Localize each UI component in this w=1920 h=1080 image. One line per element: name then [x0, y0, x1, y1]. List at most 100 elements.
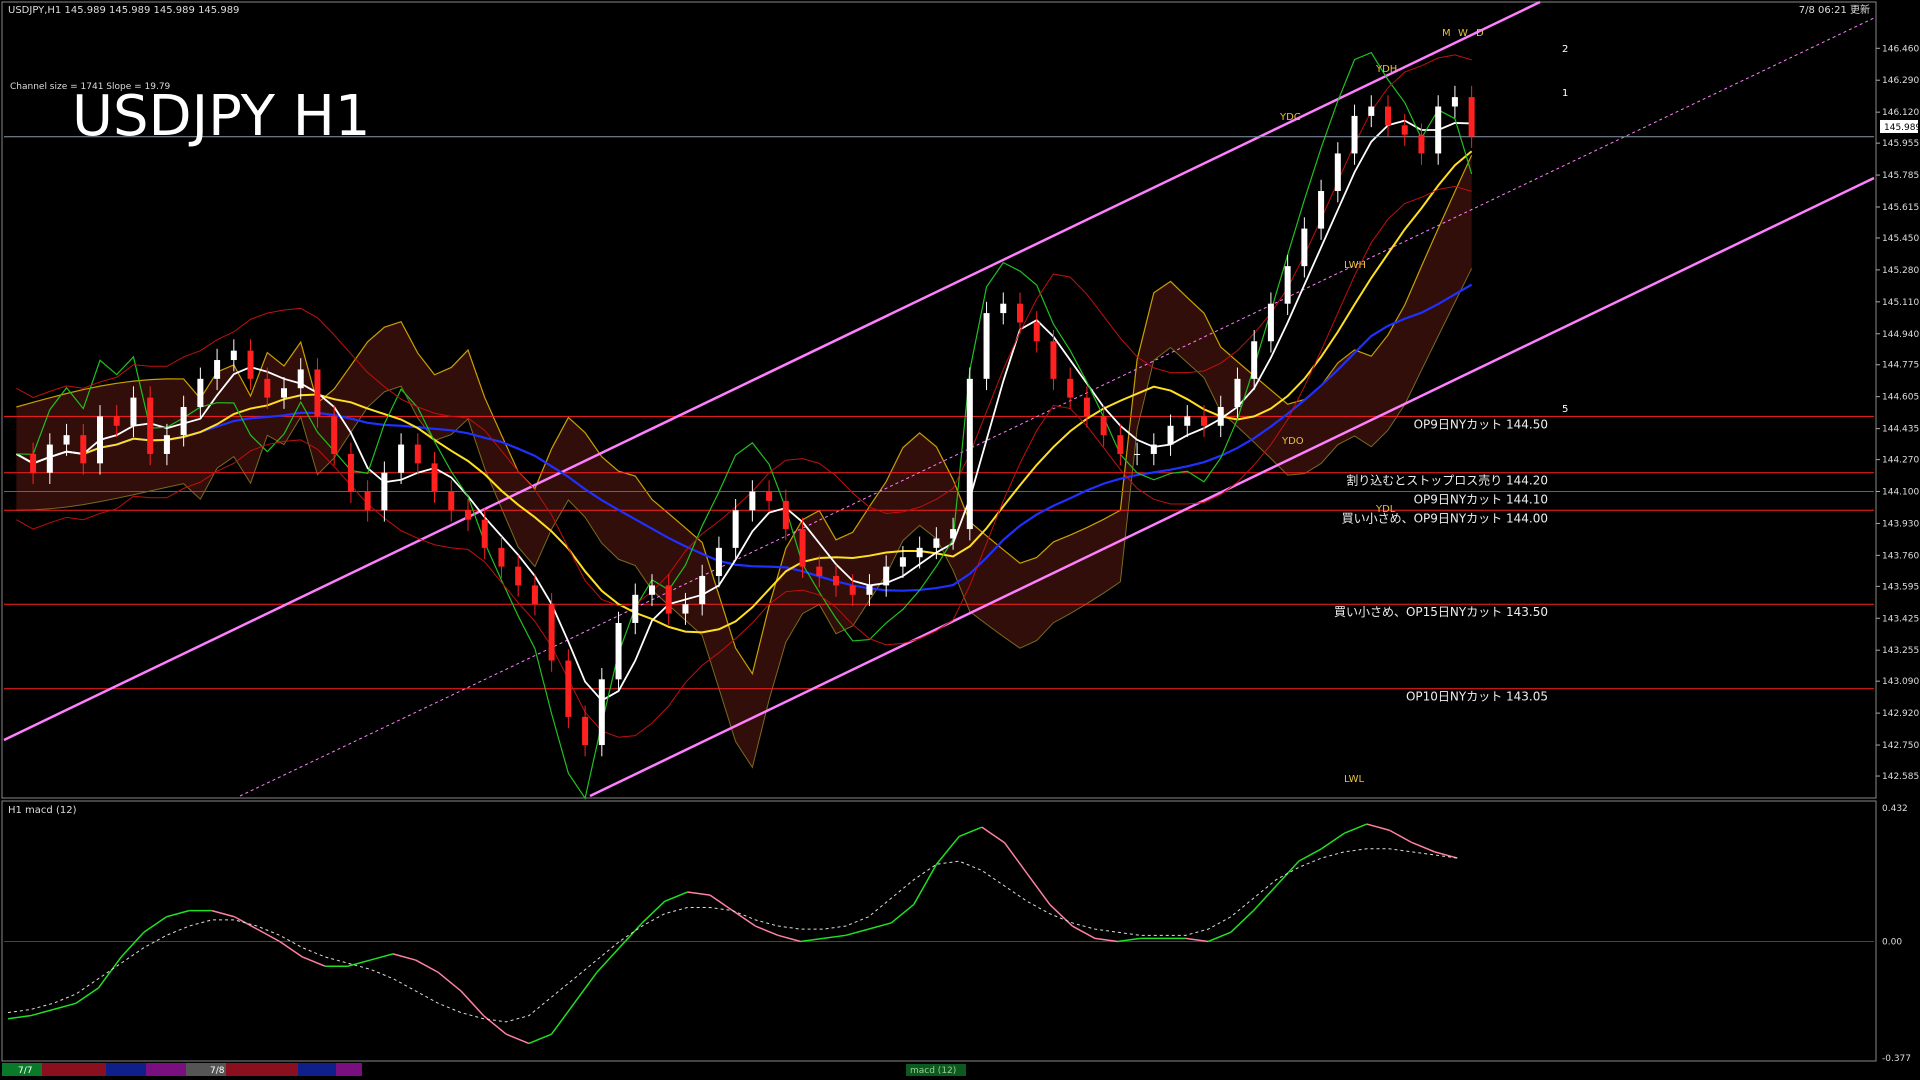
- annotation-label: 2: [1562, 44, 1568, 55]
- candle-body: [866, 585, 873, 595]
- color-strip-purple-2: [336, 1063, 362, 1076]
- candle-body: [264, 378, 271, 398]
- price-tick-label: 144.435: [1882, 425, 1919, 435]
- color-strip-red: [42, 1063, 106, 1076]
- candle-body: [448, 491, 455, 511]
- candle-body: [1351, 115, 1358, 154]
- candle-body: [113, 416, 120, 426]
- candle-body: [833, 576, 839, 586]
- candle-body: [1234, 378, 1241, 407]
- candle-body: [883, 566, 890, 586]
- candle-body: [347, 453, 354, 492]
- candle-body: [649, 585, 655, 595]
- price-tick-label: 142.750: [1882, 741, 1919, 751]
- current-price-value: 145.989: [1884, 123, 1920, 133]
- macd-tick-label: -0.377: [1882, 1054, 1911, 1064]
- candle-body: [381, 472, 388, 511]
- price-axis: 146.460 146.290 146.120 145.955 145.785 145.6…: [1876, 44, 1919, 782]
- annotation-label: YDC: [1279, 112, 1301, 123]
- candle-body: [498, 547, 505, 567]
- candle-body: [130, 397, 137, 426]
- annotation-label: D: [1476, 28, 1484, 39]
- price-level-label: 買い小さめ、OP15日NYカット 143.50: [1334, 605, 1548, 619]
- candle-body: [598, 679, 605, 746]
- price-tick-label: 145.280: [1882, 266, 1919, 276]
- candle-body: [414, 444, 421, 464]
- candle-body: [983, 313, 990, 379]
- candle-body: [465, 510, 471, 520]
- candle-body: [197, 378, 204, 407]
- candle-body: [548, 604, 555, 661]
- price-tick-label: 143.760: [1882, 551, 1919, 561]
- chart-canvas: OP9日NYカット 144.50 割り込むとストップロス売り 144.20 OP9日…: [1, 0, 1920, 1076]
- annotation-label: LWL: [1344, 774, 1365, 785]
- candle-body: [966, 378, 973, 530]
- candle-body: [1150, 444, 1157, 454]
- color-strip-purple: [146, 1063, 186, 1076]
- annotation-label: YDO: [1281, 436, 1304, 447]
- candle-body: [1167, 425, 1174, 445]
- candle-body: [1401, 125, 1408, 135]
- candle-body: [1468, 97, 1475, 137]
- candle-body: [398, 444, 405, 473]
- annotation-label: LWH: [1344, 260, 1366, 271]
- price-tick-label: 146.120: [1882, 108, 1919, 118]
- price-tick-label: 144.270: [1882, 456, 1919, 466]
- candle-body: [481, 519, 488, 548]
- candle-body: [1368, 106, 1375, 116]
- candle-body: [1033, 322, 1040, 342]
- price-tick-label: 144.940: [1882, 330, 1919, 340]
- price-tick-label: 142.920: [1882, 709, 1919, 719]
- candle-body: [665, 585, 672, 614]
- annotation-label: 1: [1562, 88, 1568, 99]
- candle-body: [214, 360, 221, 379]
- price-level-label: 買い小さめ、OP9日NYカット 144.00: [1342, 511, 1548, 525]
- candle-body: [682, 604, 689, 614]
- candle-body: [699, 576, 706, 605]
- color-strip-blue: [106, 1063, 146, 1076]
- price-level-label: 割り込むとストップロス売り 144.20: [1346, 473, 1548, 488]
- price-tick-label: 143.425: [1882, 614, 1919, 624]
- candle-body: [297, 369, 304, 389]
- period-tab-1-label: 7/7: [18, 1066, 32, 1076]
- price-tick-label: 143.090: [1882, 677, 1919, 687]
- candle-body: [163, 435, 170, 454]
- candle-body: [1067, 378, 1074, 398]
- price-level-label: OP10日NYカット 143.05: [1406, 690, 1548, 704]
- candle-body: [531, 585, 538, 605]
- candle-body: [1418, 134, 1425, 154]
- candle-body: [1000, 303, 1007, 314]
- candle-body: [97, 416, 103, 464]
- macd-tick-label: 0.00: [1882, 937, 1902, 947]
- price-tick-label: 146.290: [1882, 76, 1919, 86]
- candle-body: [766, 491, 773, 501]
- candle-body: [63, 435, 70, 445]
- candle-body: [1017, 303, 1023, 323]
- candle-body: [1284, 266, 1291, 304]
- footer-tabs: 7/7 7/8 macd (12): [2, 1063, 966, 1076]
- candle-body: [715, 547, 722, 577]
- candle-body: [732, 510, 739, 548]
- candle-body: [147, 397, 154, 454]
- price-tick-label: 143.595: [1882, 582, 1919, 592]
- candle-body: [849, 585, 856, 595]
- annotation-label: 5: [1562, 404, 1568, 415]
- price-tick-label: 145.450: [1882, 234, 1919, 244]
- macd-panel-frame: [1, 800, 1877, 1062]
- candle-body: [1301, 228, 1308, 267]
- candle-body: [80, 435, 87, 464]
- annotation-label: YDL: [1375, 504, 1396, 515]
- candle-body: [632, 594, 639, 623]
- annotation-label: W: [1458, 28, 1468, 39]
- candle-body: [1267, 303, 1274, 342]
- candle-body: [1451, 97, 1458, 107]
- macd-window-button-label: macd (12): [910, 1066, 956, 1076]
- candle-body: [515, 566, 522, 586]
- candle-body: [1217, 407, 1224, 426]
- color-strip-red-2: [226, 1063, 298, 1076]
- candle-body: [46, 444, 53, 473]
- candle-body: [1334, 153, 1341, 192]
- price-tick-label: 145.615: [1882, 203, 1919, 213]
- candle-body: [1385, 106, 1391, 126]
- chart-header: USDJPY,H1 145.989 145.989 145.989 145.98…: [8, 5, 239, 16]
